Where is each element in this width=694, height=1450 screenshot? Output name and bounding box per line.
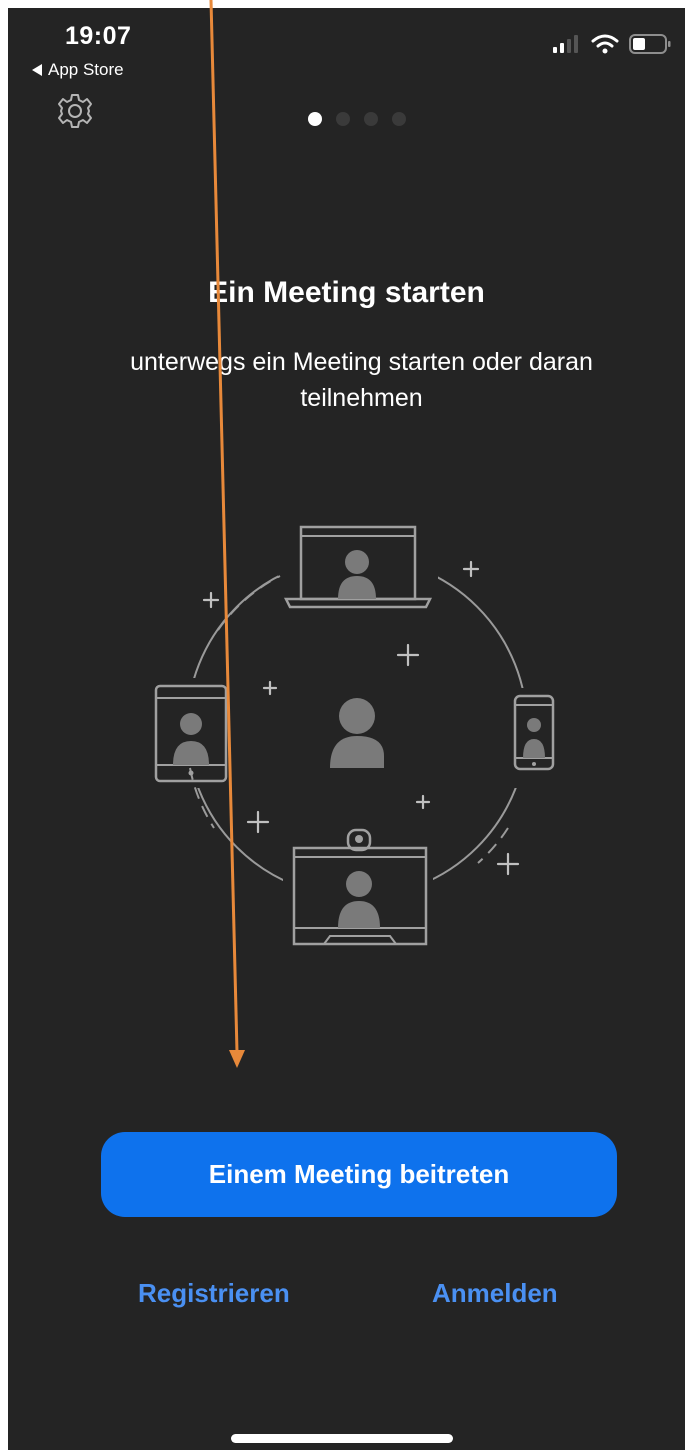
room-system-icon (292, 828, 428, 946)
back-link-label: App Store (48, 60, 124, 79)
center-user-icon (330, 698, 384, 768)
back-arrow-icon (32, 64, 42, 76)
wifi-icon (591, 34, 619, 54)
join-meeting-button[interactable]: Einem Meeting beitreten (101, 1132, 617, 1217)
pager-dot-3[interactable] (364, 112, 378, 126)
onboarding-subtitle: unterwegs ein Meeting starten oder daran… (130, 348, 593, 412)
app-screen: 19:07 App Store Ein Meeting starten unte… (8, 8, 685, 1450)
back-to-app-store-link[interactable]: App Store (32, 60, 124, 80)
cellular-signal-icon (553, 35, 578, 53)
phone-icon (513, 694, 555, 771)
status-icons (553, 34, 671, 54)
gear-icon[interactable] (56, 92, 94, 130)
pager-dots (308, 112, 406, 126)
login-button[interactable]: Anmelden (432, 1278, 558, 1309)
meeting-illustration (148, 518, 563, 953)
laptop-icon (283, 525, 433, 609)
pager-dot-4[interactable] (392, 112, 406, 126)
pager-dot-1[interactable] (308, 112, 322, 126)
pager-dot-2[interactable] (336, 112, 350, 126)
tablet-icon (154, 684, 228, 783)
status-time: 19:07 (65, 22, 132, 50)
home-indicator[interactable] (231, 1434, 453, 1443)
battery-icon (629, 34, 671, 54)
register-button[interactable]: Registrieren (138, 1278, 290, 1309)
onboarding-title: Ein Meeting starten (208, 276, 485, 309)
